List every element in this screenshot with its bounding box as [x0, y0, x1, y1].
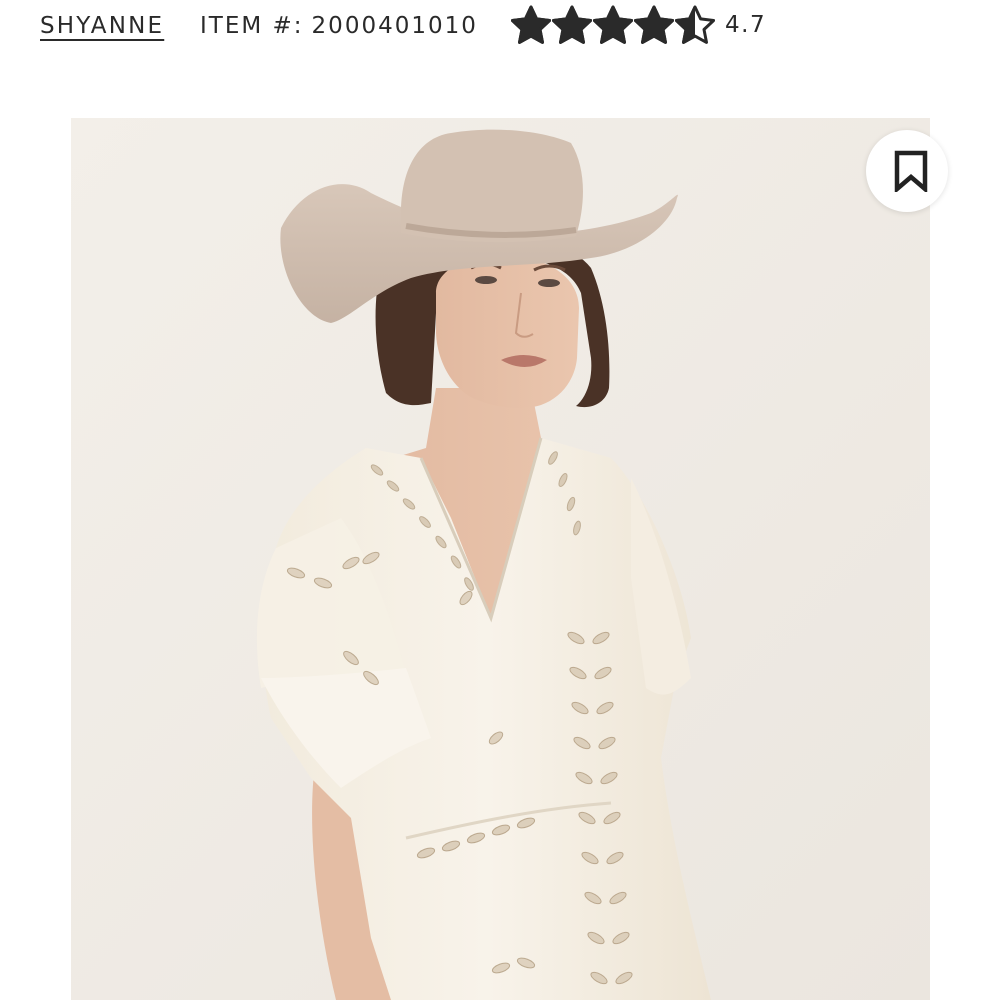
brand-link[interactable]: SHYANNE [40, 10, 164, 42]
bookmark-icon [894, 150, 928, 192]
star-icon [511, 5, 551, 44]
star-icon [593, 5, 633, 44]
item-number-label: ITEM #: [200, 13, 304, 39]
star-icon [634, 5, 674, 44]
star-icon [675, 5, 715, 44]
item-number: ITEM #: 2000401010 [200, 10, 478, 42]
bookmark-button[interactable] [866, 130, 948, 212]
model-photo-illustration [71, 118, 930, 1000]
rating-value: 4.7 [725, 12, 767, 38]
product-photo[interactable] [71, 118, 930, 1000]
item-number-value: 2000401010 [311, 13, 478, 39]
rating-stars [511, 5, 716, 45]
product-rating[interactable]: 4.7 [511, 5, 766, 45]
star-icon [552, 5, 592, 44]
product-header: SHYANNE ITEM #: 2000401010 4.7 [0, 0, 1000, 60]
